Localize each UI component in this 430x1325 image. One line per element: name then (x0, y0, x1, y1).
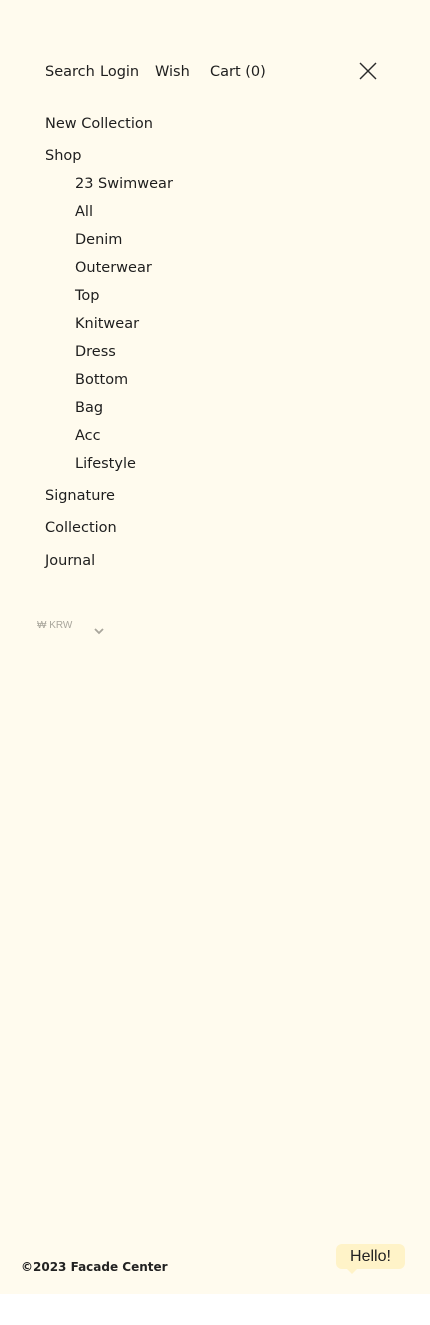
currency-select[interactable]: ₩ KRW (36, 617, 110, 635)
submenu-item-knitwear[interactable]: Knitwear (75, 312, 139, 336)
mobile-menu-panel: Search Login Wish Cart (0) New Collectio… (0, 0, 430, 1294)
menu-item-journal[interactable]: Journal (45, 549, 95, 573)
copyright-text: ©2023 Facade Center (21, 1260, 168, 1274)
chevron-down-icon (93, 621, 105, 635)
submenu-item-dress[interactable]: Dress (75, 340, 116, 364)
submenu-item-outerwear[interactable]: Outerwear (75, 256, 152, 280)
submenu-item-lifestyle[interactable]: Lifestyle (75, 452, 136, 476)
cart-link[interactable]: Cart (0) (210, 60, 266, 84)
currency-selected-value: ₩ KRW (37, 620, 73, 631)
submenu-item-23-swimwear[interactable]: 23 Swimwear (75, 172, 173, 196)
submenu-item-bag[interactable]: Bag (75, 396, 103, 420)
chat-bubble-label[interactable]: Hello! (336, 1244, 405, 1269)
menu-item-new-collection[interactable]: New Collection (45, 112, 153, 136)
submenu-item-acc[interactable]: Acc (75, 424, 101, 448)
chat-bubble[interactable]: Hello! (336, 1244, 405, 1274)
chat-bubble-tail (346, 1268, 358, 1274)
menu-item-shop[interactable]: Shop (45, 144, 81, 168)
wish-link[interactable]: Wish (155, 60, 190, 84)
submenu-item-denim[interactable]: Denim (75, 228, 122, 252)
submenu-item-bottom[interactable]: Bottom (75, 368, 128, 392)
submenu-item-top[interactable]: Top (75, 284, 99, 308)
close-icon[interactable] (356, 59, 380, 83)
menu-item-collection[interactable]: Collection (45, 516, 117, 540)
search-link[interactable]: Search (45, 60, 95, 84)
menu-item-signature[interactable]: Signature (45, 484, 115, 508)
login-link[interactable]: Login (100, 60, 139, 84)
submenu-item-all[interactable]: All (75, 200, 93, 224)
